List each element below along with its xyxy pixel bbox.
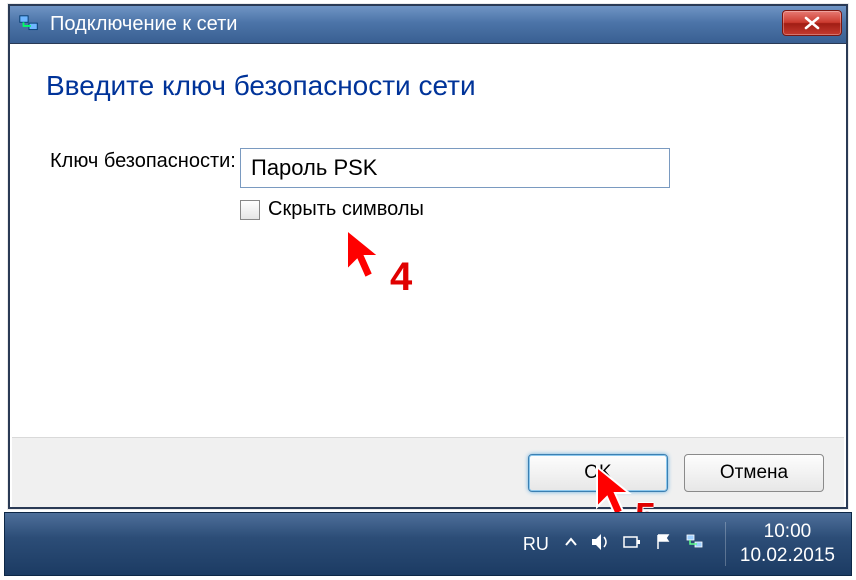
close-icon bbox=[803, 16, 821, 30]
hide-chars-label: Скрыть символы bbox=[268, 198, 424, 221]
titlebar[interactable]: Подключение к сети bbox=[10, 6, 846, 44]
network-icon bbox=[18, 14, 40, 36]
security-key-input[interactable] bbox=[240, 148, 670, 188]
annotation-step-4: 4 bbox=[390, 255, 412, 300]
flag-icon[interactable] bbox=[655, 533, 673, 556]
language-indicator[interactable]: RU bbox=[523, 534, 549, 555]
clock-date: 10.02.2015 bbox=[740, 544, 835, 568]
security-key-label: Ключ безопасности: bbox=[50, 148, 240, 174]
clock-time: 10:00 bbox=[740, 520, 835, 544]
close-button[interactable] bbox=[782, 10, 842, 36]
clock[interactable]: 10:00 10.02.2015 bbox=[740, 520, 835, 568]
cancel-button[interactable]: Отмена bbox=[684, 454, 824, 492]
chevron-up-icon[interactable] bbox=[563, 534, 579, 555]
power-icon[interactable] bbox=[623, 534, 643, 555]
dialog-button-bar: OK Отмена bbox=[12, 437, 844, 507]
heading: Введите ключ безопасности сети bbox=[46, 70, 810, 102]
ok-button[interactable]: OK bbox=[528, 454, 668, 492]
taskbar[interactable]: RU 10:00 10.02.2015 bbox=[4, 512, 852, 576]
dialog-title: Подключение к сети bbox=[50, 13, 237, 36]
system-tray bbox=[563, 533, 705, 556]
hide-chars-checkbox[interactable] bbox=[240, 200, 260, 220]
volume-icon[interactable] bbox=[591, 533, 611, 556]
tray-divider bbox=[725, 522, 726, 566]
dialog-body: Введите ключ безопасности сети Ключ безо… bbox=[10, 44, 846, 434]
network-key-dialog: Подключение к сети Введите ключ безопасн… bbox=[8, 4, 848, 509]
network-tray-icon[interactable] bbox=[685, 533, 705, 556]
